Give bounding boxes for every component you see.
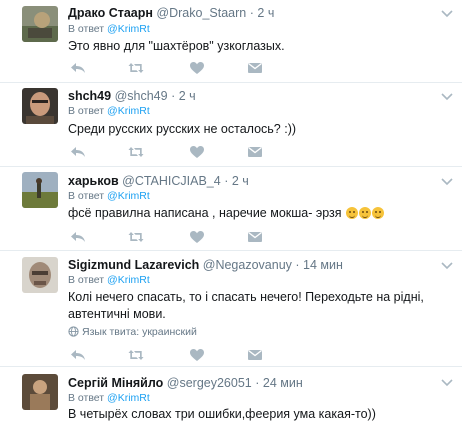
tweet[interactable]: Сергій Міняйло @sergey26051 · 24 мин В о…	[0, 367, 462, 428]
tweet-header: харьков @CTAHICJIAB_4 · 2 ч	[68, 173, 249, 189]
reply-icon[interactable]	[70, 61, 86, 75]
tweet[interactable]: Sigizmund Lazarevich @Negazovanuy · 14 м…	[0, 251, 462, 365]
reply-context: В ответ @KrimRt	[68, 105, 150, 118]
user-name[interactable]: shch49	[68, 89, 111, 103]
separator: ·	[295, 258, 300, 272]
reply-icon[interactable]	[70, 145, 86, 159]
like-icon[interactable]	[189, 145, 205, 159]
grinning-sweat-emoji-icon	[359, 207, 372, 219]
user-name[interactable]: Сергій Міняйло	[68, 376, 163, 390]
reply-prefix: В ответ	[68, 23, 105, 35]
reply-prefix: В ответ	[68, 105, 105, 117]
grinning-sweat-emoji-icon	[372, 207, 385, 219]
separator: ·	[171, 89, 176, 103]
tweet[interactable]: харьков @CTAHICJIAB_4 · 2 ч В ответ @Kri…	[0, 167, 462, 249]
tweet[interactable]: shch49 @shch49 · 2 ч В ответ @KrimRt Сре…	[0, 83, 462, 165]
separator: ·	[224, 174, 229, 188]
reply-handle-link[interactable]: @KrimRt	[107, 392, 150, 404]
reply-icon[interactable]	[70, 230, 86, 244]
tweet-header: Сергій Міняйло @sergey26051 · 24 мин	[68, 375, 303, 391]
timestamp[interactable]: 14 мин	[303, 258, 343, 272]
tweet-actions	[68, 61, 288, 75]
user-name[interactable]: Sigizmund Lazarevich	[68, 258, 199, 272]
tweet-text: Это явно для "шахтёров" узкоглазых.	[68, 39, 285, 53]
globe-icon	[68, 326, 79, 337]
reply-context: В ответ @KrimRt	[68, 392, 150, 405]
like-icon[interactable]	[189, 61, 205, 75]
user-handle[interactable]: @sergey26051	[167, 376, 252, 390]
reply-context: В ответ @KrimRt	[68, 274, 150, 287]
retweet-icon[interactable]	[128, 230, 144, 244]
reply-handle-link[interactable]: @KrimRt	[107, 105, 150, 117]
like-icon[interactable]	[189, 348, 205, 362]
tweet-text: В четырёх словах три ошибки,феерия ума к…	[68, 407, 376, 421]
chevron-down-icon[interactable]	[441, 10, 453, 18]
avatar[interactable]	[22, 257, 58, 293]
tweet-text-block: фсё правилна написана , наречие мокша- э…	[68, 205, 443, 222]
user-handle[interactable]: @shch49	[115, 89, 168, 103]
timestamp[interactable]: 2 ч	[179, 89, 196, 103]
direct-message-icon[interactable]	[247, 145, 263, 159]
separator: ·	[255, 376, 260, 390]
tweet[interactable]: Драко Стаарн @Drako_Staarn · 2 ч В ответ…	[0, 0, 462, 82]
tweet-header: shch49 @shch49 · 2 ч	[68, 88, 196, 104]
like-icon[interactable]	[189, 230, 205, 244]
user-handle[interactable]: @CTAHICJIAB_4	[122, 174, 221, 188]
avatar[interactable]	[22, 6, 58, 42]
avatar[interactable]	[22, 374, 58, 410]
reply-handle-link[interactable]: @KrimRt	[107, 190, 150, 202]
direct-message-icon[interactable]	[247, 230, 263, 244]
reply-prefix: В ответ	[68, 392, 105, 404]
avatar[interactable]	[22, 88, 58, 124]
reply-handle-link[interactable]: @KrimRt	[107, 274, 150, 286]
direct-message-icon[interactable]	[247, 61, 263, 75]
retweet-icon[interactable]	[128, 61, 144, 75]
reply-handle-link[interactable]: @KrimRt	[107, 23, 150, 35]
avatar[interactable]	[22, 172, 58, 208]
timestamp[interactable]: 24 мин	[263, 376, 303, 390]
reply-prefix: В ответ	[68, 190, 105, 202]
user-handle[interactable]: @Drako_Staarn	[156, 6, 246, 20]
tweet-language[interactable]: Язык твита: украинский	[68, 326, 197, 339]
tweet-text: Колі нечего спасать, то і спасать нечего…	[68, 290, 424, 321]
user-name[interactable]: харьков	[68, 174, 119, 188]
tweet-actions	[68, 145, 288, 159]
tweet-text: Среди русских русских не осталось? :))	[68, 122, 297, 136]
tweet-actions	[68, 348, 288, 362]
chevron-down-icon[interactable]	[441, 93, 453, 101]
retweet-icon[interactable]	[128, 145, 144, 159]
timestamp[interactable]: 2 ч	[232, 174, 249, 188]
retweet-icon[interactable]	[128, 348, 144, 362]
direct-message-icon[interactable]	[247, 348, 263, 362]
tweet-header: Sigizmund Lazarevich @Negazovanuy · 14 м…	[68, 257, 343, 273]
tweet-header: Драко Стаарн @Drako_Staarn · 2 ч	[68, 5, 274, 21]
tweet-actions	[68, 230, 288, 244]
separator: ·	[249, 6, 254, 20]
user-name[interactable]: Драко Стаарн	[68, 6, 153, 20]
reply-icon[interactable]	[70, 348, 86, 362]
reply-context: В ответ @KrimRt	[68, 23, 150, 36]
language-label: Язык твита: украинский	[82, 326, 197, 338]
reply-prefix: В ответ	[68, 274, 105, 286]
chevron-down-icon[interactable]	[441, 262, 453, 270]
chevron-down-icon[interactable]	[441, 379, 453, 387]
reply-context: В ответ @KrimRt	[68, 190, 150, 203]
timestamp[interactable]: 2 ч	[257, 6, 274, 20]
chevron-down-icon[interactable]	[441, 178, 453, 186]
tweet-text: фсё правилна написана , наречие мокша- э…	[68, 206, 342, 220]
grinning-sweat-emoji-icon	[346, 207, 359, 219]
user-handle[interactable]: @Negazovanuy	[203, 258, 292, 272]
